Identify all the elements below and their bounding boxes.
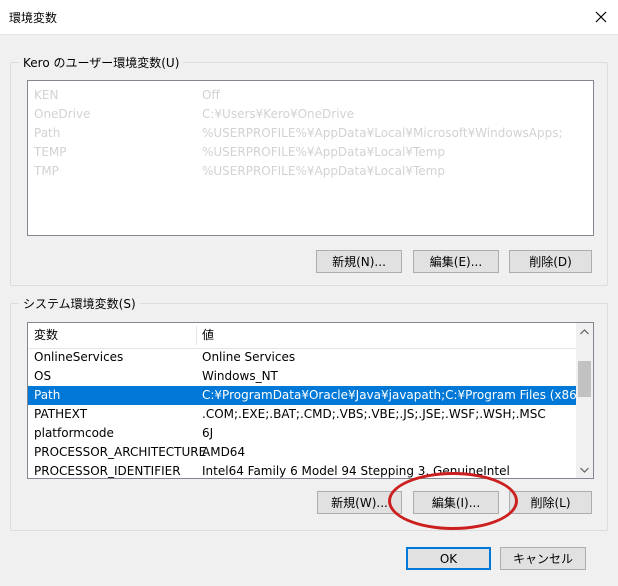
user-vars-label: Kero のユーザー環境変数(U): [19, 54, 184, 71]
table-row[interactable]: platformcode 6J: [28, 424, 576, 443]
user-delete-button[interactable]: 削除(D): [509, 250, 592, 273]
scroll-thumb[interactable]: [578, 361, 591, 397]
cancel-button[interactable]: キャンセル: [500, 547, 586, 570]
window-title: 環境変数: [9, 11, 58, 25]
column-header-name[interactable]: 変数: [34, 323, 58, 348]
system-vars-list[interactable]: 変数 値 OnlineServices Online Services OS W…: [27, 322, 594, 479]
table-row[interactable]: OnlineServices Online Services: [28, 348, 576, 367]
title-bar: 環境変数: [0, 0, 618, 35]
table-row[interactable]: PROCESSOR_IDENTIFIER Intel64 Family 6 Mo…: [28, 462, 576, 478]
user-new-button[interactable]: 新規(N)...: [316, 250, 402, 273]
user-vars-list[interactable]: KEN Off OneDrive C:¥Users¥Kero¥OneDrive …: [27, 80, 594, 236]
list-item[interactable]: Path %USERPROFILE%¥AppData¥Local¥Microso…: [28, 124, 593, 143]
table-row-selected[interactable]: Path C:¥ProgramData¥Oracle¥Java¥javapath…: [28, 386, 593, 405]
list-item[interactable]: TEMP %USERPROFILE%¥AppData¥Local¥Temp: [28, 143, 593, 162]
vertical-scrollbar[interactable]: [576, 323, 593, 478]
ok-button[interactable]: OK: [406, 547, 491, 570]
system-new-button[interactable]: 新規(W)...: [317, 491, 402, 514]
chevron-down-icon: [580, 467, 589, 473]
list-item[interactable]: OneDrive C:¥Users¥Kero¥OneDrive: [28, 105, 593, 124]
system-edit-button[interactable]: 編集(I)...: [413, 491, 499, 514]
scroll-up-button[interactable]: [576, 323, 593, 340]
column-header-value[interactable]: 値: [202, 323, 214, 348]
scroll-down-button[interactable]: [576, 461, 593, 478]
table-row[interactable]: OS Windows_NT: [28, 367, 576, 386]
list-item[interactable]: TMP %USERPROFILE%¥AppData¥Local¥Temp: [28, 162, 593, 181]
user-edit-button[interactable]: 編集(E)...: [413, 250, 499, 273]
system-vars-label: システム環境変数(S): [19, 295, 140, 312]
list-header: 変数 値: [28, 323, 576, 349]
table-row[interactable]: PATHEXT .COM;.EXE;.BAT;.CMD;.VBS;.VBE;.J…: [28, 405, 576, 424]
chevron-up-icon: [580, 328, 589, 334]
list-item[interactable]: KEN Off: [28, 86, 593, 105]
close-button[interactable]: [584, 0, 618, 34]
table-row[interactable]: PROCESSOR_ARCHITECTURE AMD64: [28, 443, 576, 462]
system-delete-button[interactable]: 削除(L): [509, 491, 592, 514]
close-icon: [595, 11, 607, 23]
